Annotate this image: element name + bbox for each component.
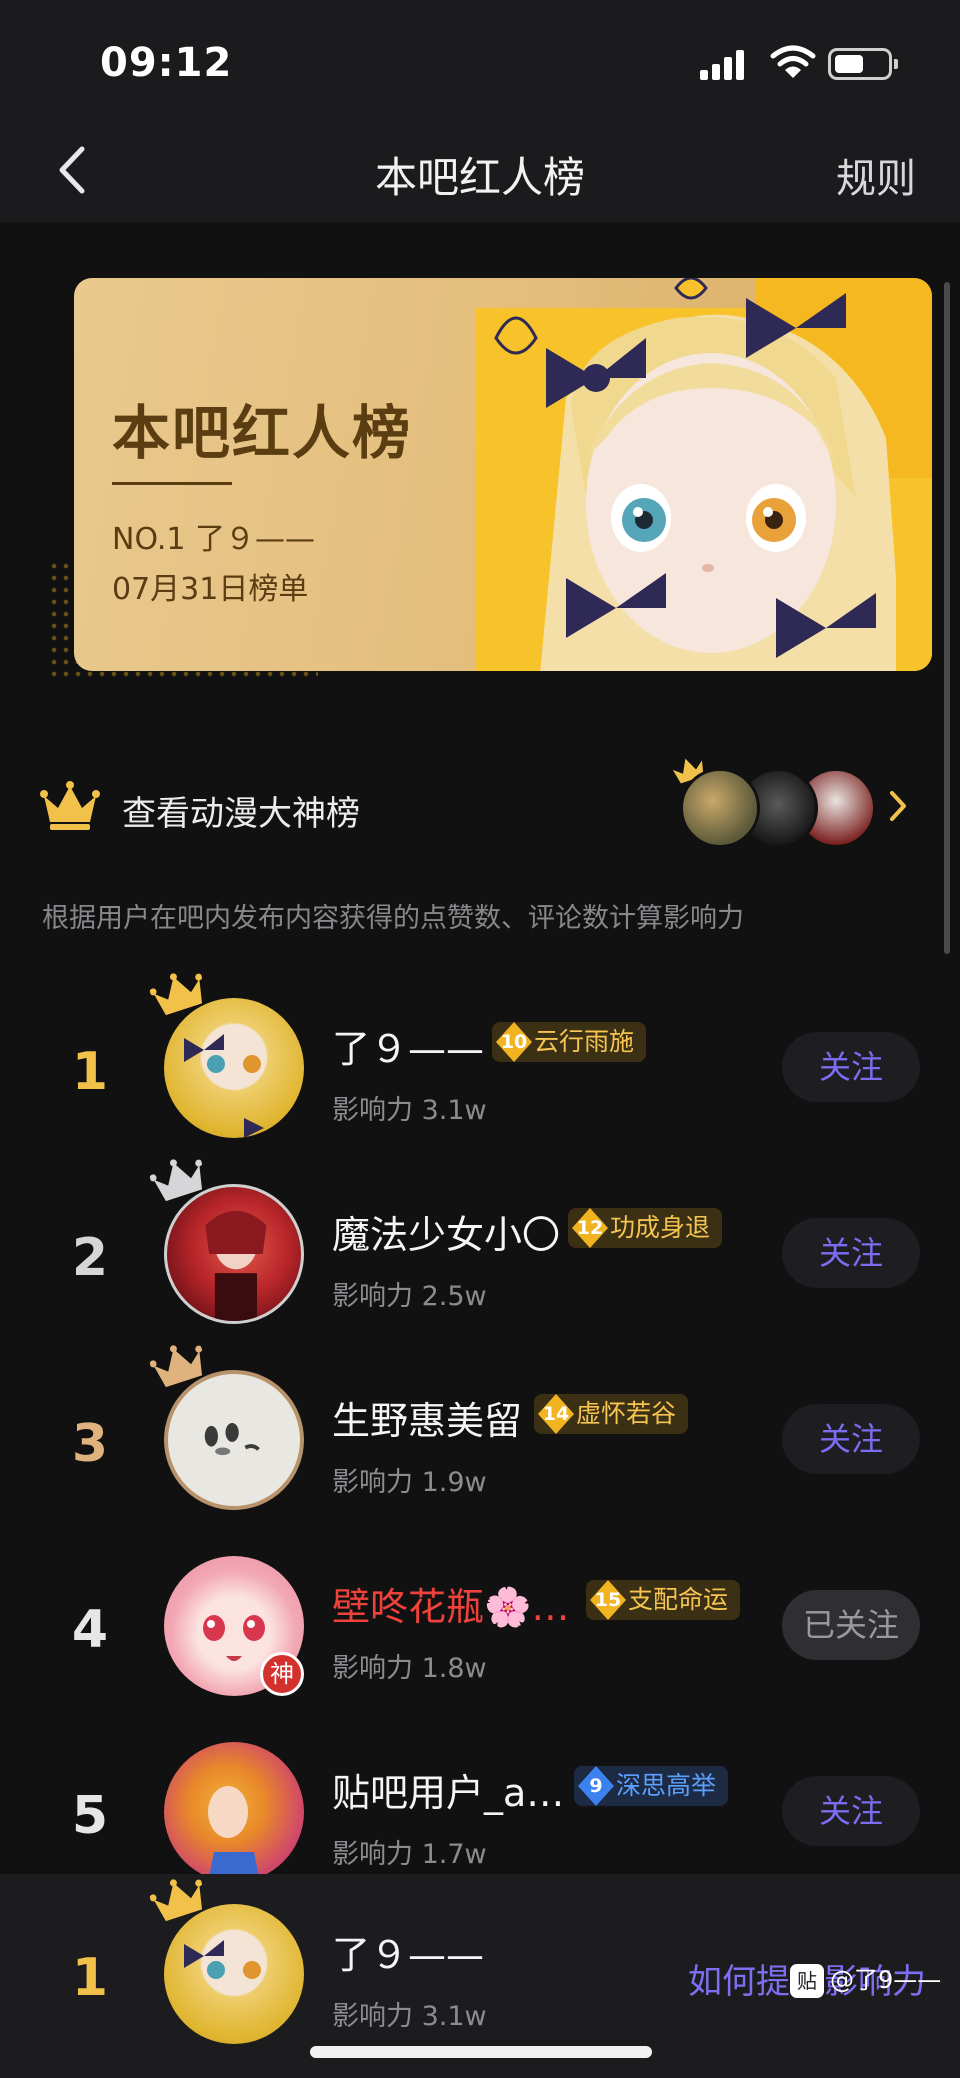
rank-number: 1 xyxy=(71,1042,109,1102)
cellular-signal-icon xyxy=(700,50,748,80)
level-title: 云行雨施 xyxy=(534,1027,635,1056)
status-bar: 09:12 xyxy=(0,0,960,120)
avatar-illustration xyxy=(184,1940,261,1979)
banner-top-user: NO.1 了９—— xyxy=(112,522,315,557)
level-badge: 12 功成身退 xyxy=(568,1208,723,1248)
page-title: 本吧红人榜 xyxy=(374,153,585,202)
rules-button[interactable]: 规则 xyxy=(836,146,916,204)
top-user-illustration xyxy=(476,278,932,671)
ranking-description: 根据用户在吧内发布内容获得的点赞数、评论数计算影响力 xyxy=(42,903,744,934)
gods-avatar-stack xyxy=(672,758,880,848)
avatar[interactable] xyxy=(164,1184,304,1324)
watermark: 贴 @了9—— xyxy=(790,1960,941,2000)
anime-gods-link[interactable]: 查看动漫大神榜 xyxy=(0,756,960,856)
following-button[interactable]: 已关注 xyxy=(782,1590,920,1660)
influence-value: 影响力 3.1w xyxy=(332,2001,487,2032)
rank-number: 5 xyxy=(71,1786,109,1846)
level-number: 10 xyxy=(500,1031,528,1053)
avatar-container xyxy=(149,1345,304,1510)
banner-title: 本吧红人榜 xyxy=(112,399,413,467)
level-badge: 10 云行雨施 xyxy=(492,1022,647,1062)
username: 了９—— xyxy=(332,1027,485,1071)
avatar xyxy=(680,768,760,848)
god-badge: 神 xyxy=(260,1652,304,1696)
username: 了９—— xyxy=(332,1933,485,1977)
rank-row[interactable]: 1 了９—— 10 云行雨施 影响力 3.1w 关注 xyxy=(0,973,960,1176)
level-number: 9 xyxy=(589,1775,603,1797)
wifi-icon xyxy=(770,45,816,78)
watermark-text: @了9—— xyxy=(830,1966,942,1994)
follow-button[interactable]: 关注 xyxy=(782,1404,920,1474)
rank-number: 2 xyxy=(71,1228,109,1288)
anime-gods-label: 查看动漫大神榜 xyxy=(122,794,360,834)
tieba-logo-icon: 贴 xyxy=(790,1964,824,1998)
level-number: 12 xyxy=(576,1217,604,1239)
rank-number: 4 xyxy=(71,1600,109,1660)
avatar-illustration xyxy=(204,1423,260,1456)
nav-bar: 本吧红人榜 规则 xyxy=(0,120,960,222)
avatar-container: 神 xyxy=(164,1556,304,1696)
banner-date: 07月31日榜单 xyxy=(112,572,309,607)
follow-button[interactable]: 关注 xyxy=(782,1218,920,1288)
level-badge: 9 深思高举 xyxy=(574,1766,729,1806)
banner-divider xyxy=(112,482,232,485)
level-title: 深思高举 xyxy=(616,1771,717,1800)
influence-value: 影响力 1.9w xyxy=(332,1467,487,1498)
level-title: 支配命运 xyxy=(628,1585,729,1614)
home-indicator[interactable] xyxy=(310,2046,652,2058)
level-title: 虚怀若谷 xyxy=(576,1399,677,1428)
avatar-illustration xyxy=(184,1034,264,1138)
influence-value: 影响力 1.8w xyxy=(332,1653,487,1684)
avatar-container xyxy=(149,1879,304,2044)
username: 贴吧用户_a… xyxy=(332,1771,565,1815)
avatar[interactable] xyxy=(164,998,304,1138)
follow-button[interactable]: 关注 xyxy=(782,1776,920,1846)
status-time: 09:12 xyxy=(100,40,233,86)
level-number: 14 xyxy=(542,1403,570,1425)
follow-button[interactable]: 关注 xyxy=(782,1032,920,1102)
avatar-illustration xyxy=(205,1210,267,1321)
avatar-illustration xyxy=(208,1786,260,1882)
influence-value: 影响力 1.7w xyxy=(332,1839,487,1870)
level-number: 15 xyxy=(594,1589,622,1611)
crown-icon xyxy=(40,781,100,830)
avatar-container xyxy=(164,1742,304,1882)
rank-row[interactable]: 2 魔法少女小〇 12 功成身退 影响力 2.5w 关注 xyxy=(0,1159,960,1362)
battery-icon xyxy=(828,48,898,80)
rank-number: 3 xyxy=(71,1414,109,1474)
level-badge: 14 虚怀若谷 xyxy=(534,1394,689,1434)
rank-number: 1 xyxy=(71,1948,109,2008)
level-title: 功成身退 xyxy=(610,1213,711,1242)
chevron-right-icon xyxy=(890,791,906,821)
avatar-container xyxy=(149,1159,304,1324)
username: 魔法少女小〇 xyxy=(332,1213,561,1257)
username: 壁咚花瓶🌸… xyxy=(332,1585,570,1629)
level-badge: 15 支配命运 xyxy=(586,1580,741,1620)
avatar-container xyxy=(149,973,304,1138)
leaderboard-banner[interactable] xyxy=(74,278,932,671)
username: 生野惠美留 xyxy=(332,1399,523,1443)
avatar[interactable] xyxy=(164,1904,304,2044)
influence-value: 影响力 3.1w xyxy=(332,1095,487,1126)
rank-row[interactable]: 3 生野惠美留 14 虚怀若谷 影响力 1.9w 关注 xyxy=(0,1345,960,1548)
avatar[interactable] xyxy=(164,1742,304,1882)
influence-value: 影响力 2.5w xyxy=(332,1281,487,1312)
avatar[interactable] xyxy=(164,1370,304,1510)
rank-row[interactable]: 4 神 壁咚花瓶🌸… 15 支配命运 影响力 1.8w 已关注 xyxy=(0,1548,960,1734)
